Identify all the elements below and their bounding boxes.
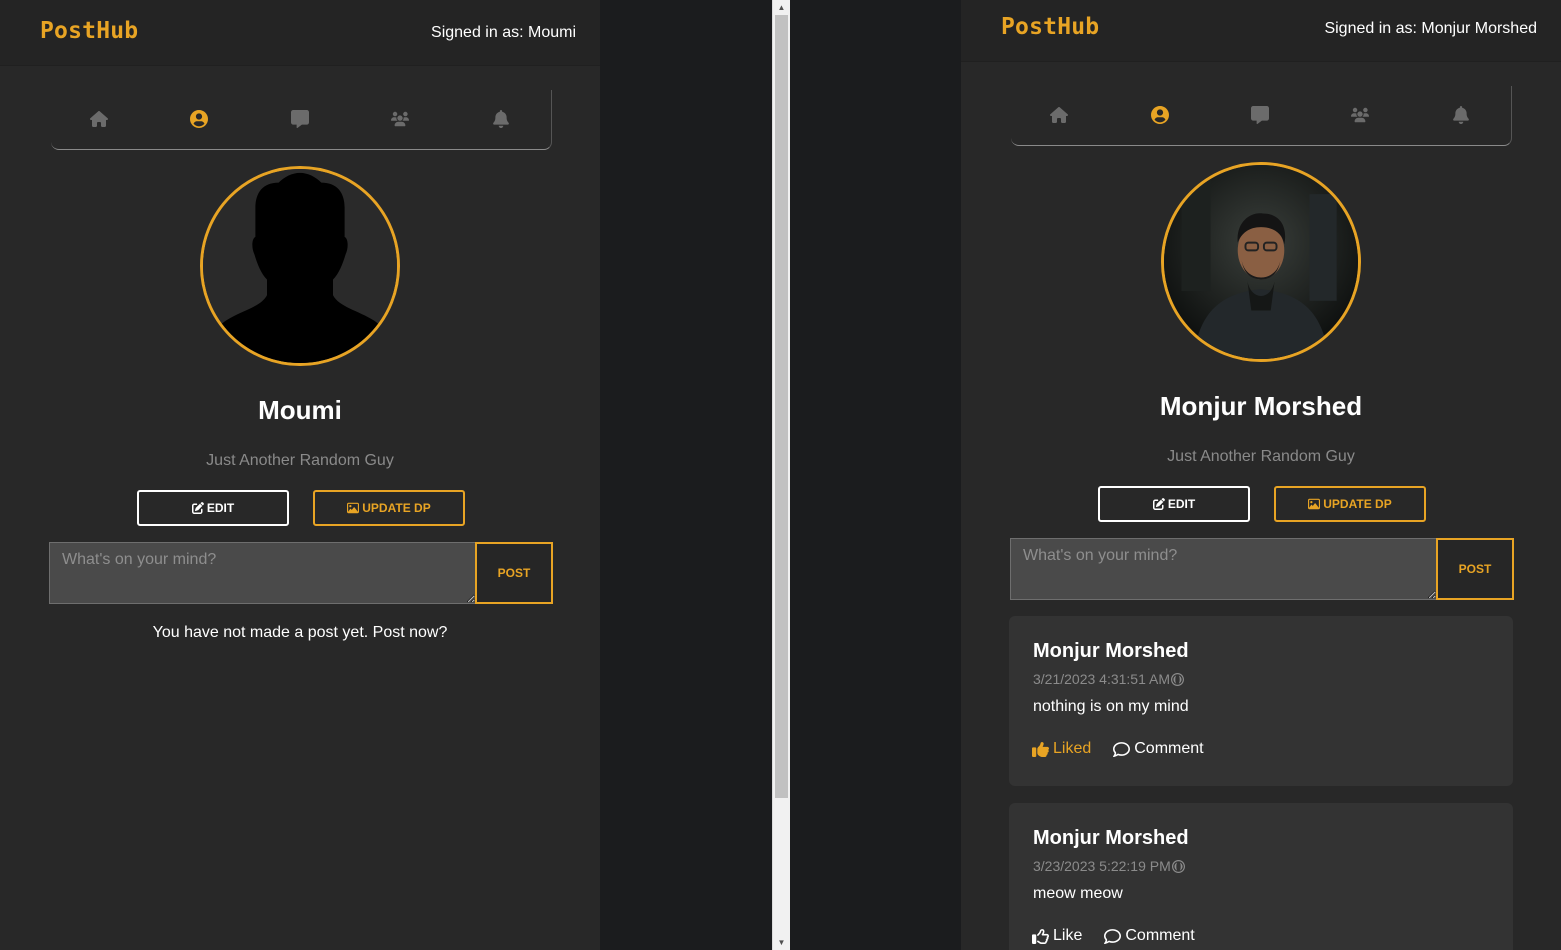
user-circle-icon[interactable] xyxy=(1149,104,1171,126)
nav-bar xyxy=(1011,86,1512,146)
thumbs-up-solid-icon xyxy=(1032,741,1049,757)
edit-profile-button[interactable]: EDIT xyxy=(1098,486,1250,522)
edit-icon xyxy=(1152,498,1165,510)
post-timestamp: 3/23/2023 5:22:19 PM xyxy=(1033,858,1185,874)
users-icon[interactable] xyxy=(1349,104,1371,126)
users-icon[interactable] xyxy=(389,108,411,130)
globe-icon xyxy=(1171,859,1185,873)
post-composer: POST xyxy=(49,542,553,604)
post-author[interactable]: Monjur Morshed xyxy=(1033,640,1189,663)
bell-icon[interactable] xyxy=(490,108,512,130)
post-body: nothing is on my mind xyxy=(1033,698,1189,715)
update-dp-label: UPDATE DP xyxy=(362,501,431,515)
home-icon[interactable] xyxy=(88,108,110,130)
like-label: Liked xyxy=(1053,740,1092,757)
profile-avatar[interactable] xyxy=(200,166,400,366)
comment-button[interactable]: Comment xyxy=(1113,740,1204,758)
edit-label: EDIT xyxy=(206,501,235,515)
comment-label: Comment xyxy=(1125,927,1195,944)
comment-outline-icon xyxy=(1113,741,1131,757)
empty-posts-message[interactable]: You have not made a post yet. Post now? xyxy=(0,624,600,642)
image-icon xyxy=(1308,498,1321,510)
scroll-up-arrow-icon[interactable]: ▲ xyxy=(773,0,790,15)
nav-bar xyxy=(51,90,552,150)
home-icon[interactable] xyxy=(1048,104,1070,126)
profile-bio: Just Another Random Guy xyxy=(1167,448,1355,465)
like-button[interactable]: Liked xyxy=(1032,740,1091,758)
profile-name: Moumi xyxy=(258,395,342,425)
comment-icon[interactable] xyxy=(289,108,311,130)
bell-icon[interactable] xyxy=(1450,104,1472,126)
default-avatar-silhouette xyxy=(203,169,397,363)
header: PostHub Signed in as: Monjur Morshed xyxy=(961,0,1561,62)
logo[interactable]: PostHub xyxy=(40,18,138,44)
user-circle-icon[interactable] xyxy=(188,108,210,130)
app-container: PostHub Signed in as: Monjur Morshed Mon… xyxy=(961,0,1561,950)
post-body: meow meow xyxy=(1033,885,1123,902)
like-label: Like xyxy=(1053,927,1083,944)
thumbs-up-outline-icon xyxy=(1032,928,1049,944)
update-dp-label: UPDATE DP xyxy=(1323,497,1392,511)
profile-bio: Just Another Random Guy xyxy=(206,452,394,469)
post-input[interactable] xyxy=(1010,538,1436,600)
post-timestamp-text: 3/21/2023 4:31:51 AM xyxy=(1033,671,1170,687)
comment-icon[interactable] xyxy=(1249,104,1271,126)
signed-in-label: Signed in as: Moumi xyxy=(431,24,576,41)
post-card: Monjur Morshed 3/21/2023 4:31:51 AM noth… xyxy=(1009,616,1513,786)
post-timestamp: 3/21/2023 4:31:51 AM xyxy=(1033,671,1184,687)
globe-icon xyxy=(1171,672,1184,686)
scrollbar-thumb[interactable] xyxy=(775,15,788,798)
post-actions: Liked Comment xyxy=(1032,740,1204,758)
vertical-scrollbar[interactable]: ▲ ▼ xyxy=(772,0,790,950)
post-timestamp-text: 3/23/2023 5:22:19 PM xyxy=(1033,858,1171,874)
like-button[interactable]: Like xyxy=(1032,927,1082,945)
profile-avatar[interactable] xyxy=(1161,162,1361,362)
app-container: PostHub Signed in as: Moumi Moumi Just A… xyxy=(0,0,600,950)
edit-profile-button[interactable]: EDIT xyxy=(137,490,289,526)
post-button[interactable]: POST xyxy=(1436,538,1514,600)
post-button[interactable]: POST xyxy=(475,542,553,604)
comment-label: Comment xyxy=(1134,740,1204,757)
right-window: PostHub Signed in as: Monjur Morshed Mon… xyxy=(790,0,1561,950)
post-actions: Like Comment xyxy=(1032,927,1195,945)
image-icon xyxy=(347,502,360,514)
post-input[interactable] xyxy=(49,542,475,604)
profile-name: Monjur Morshed xyxy=(1159,391,1363,421)
comment-button[interactable]: Comment xyxy=(1104,927,1195,945)
edit-icon xyxy=(191,502,204,514)
profile-photo xyxy=(1164,165,1358,359)
comment-outline-icon xyxy=(1104,928,1122,944)
post-composer: POST xyxy=(1010,538,1514,600)
post-author[interactable]: Monjur Morshed xyxy=(1033,827,1189,850)
update-dp-button[interactable]: UPDATE DP xyxy=(313,490,465,526)
update-dp-button[interactable]: UPDATE DP xyxy=(1274,486,1426,522)
left-window: PostHub Signed in as: Moumi Moumi Just A… xyxy=(0,0,772,950)
scroll-down-arrow-icon[interactable]: ▼ xyxy=(773,935,790,950)
logo[interactable]: PostHub xyxy=(1001,14,1099,40)
header: PostHub Signed in as: Moumi xyxy=(0,0,600,66)
post-card: Monjur Morshed 3/23/2023 5:22:19 PM meow… xyxy=(1009,803,1513,950)
signed-in-label: Signed in as: Monjur Morshed xyxy=(1324,20,1537,37)
edit-label: EDIT xyxy=(1167,497,1196,511)
